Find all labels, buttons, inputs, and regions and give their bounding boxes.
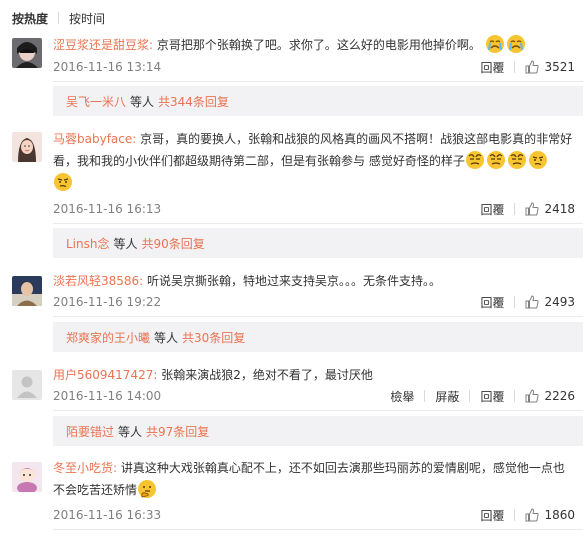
reply-total-link[interactable]: 共97条回复 — [146, 423, 209, 440]
comment-username[interactable]: 冬至小吃货: — [53, 461, 117, 475]
like-count: 2493 — [544, 295, 575, 309]
action-divider — [514, 509, 516, 521]
avatar[interactable] — [12, 132, 42, 162]
comment-meta: 2016-11-16 14:00 檢舉 屏蔽 回覆 2226 — [53, 387, 575, 405]
like-button[interactable]: 1860 — [525, 508, 575, 522]
like-button[interactable]: 2226 — [525, 389, 575, 403]
like-button[interactable]: 2418 — [525, 202, 575, 216]
skeptical-face-icon — [53, 172, 73, 192]
crying-face-icon — [506, 34, 526, 54]
thumbs-up-icon — [525, 295, 539, 309]
avatar[interactable] — [12, 462, 42, 492]
avatar[interactable] — [12, 276, 42, 306]
reply-summary[interactable]: 陌要错过 等人 共97条回复 — [53, 416, 583, 446]
action-divider — [424, 390, 426, 402]
reply-button[interactable]: 回覆 — [480, 201, 504, 218]
comment-body: 京哥，真的要换人，张翰和战狼的风格真的画风不搭啊！战狼这部电影真的非常好 — [140, 132, 573, 146]
like-count: 3521 — [544, 60, 575, 74]
comment-date: 2016-11-16 13:14 — [53, 60, 162, 74]
comment-text: 冬至小吃货: 讲真这种大戏张翰真心配不上，还不如回去演那些玛丽苏的爱情剧呢，感觉… — [53, 457, 579, 501]
like-count: 1860 — [544, 508, 575, 522]
comment-date: 2016-11-16 19:22 — [53, 295, 162, 309]
comment-actions: 回覆 1860 — [480, 507, 575, 524]
like-count: 2418 — [544, 202, 575, 216]
reply-total-link[interactable]: 共344条回复 — [158, 93, 229, 110]
thumbs-up-icon — [525, 60, 539, 74]
crying-face-icon — [485, 34, 505, 54]
comment-date: 2016-11-16 16:33 — [53, 508, 162, 522]
reply-summary[interactable]: Linsh念 等人 共90条回复 — [53, 228, 583, 258]
like-count: 2226 — [544, 389, 575, 403]
reply-button[interactable]: 回覆 — [480, 388, 504, 405]
comment-username[interactable]: 淡若风轻38586: — [53, 274, 143, 288]
reply-username[interactable]: Linsh念 — [66, 235, 109, 252]
reply-username[interactable]: 陌要错过 — [66, 423, 114, 440]
divider — [53, 223, 583, 224]
reply-others-label: 等人 — [118, 424, 143, 439]
comment-text: 用户5609417427: 张翰来演战狼2，绝对不看了，最讨厌他 — [53, 364, 579, 386]
comment-date: 2016-11-16 16:13 — [53, 202, 162, 216]
comment-date: 2016-11-16 14:00 — [53, 389, 162, 403]
report-button[interactable]: 檢舉 — [390, 388, 414, 405]
reply-total-link[interactable]: 共90条回复 — [142, 235, 205, 252]
block-button[interactable]: 屏蔽 — [435, 388, 459, 405]
avatar[interactable] — [12, 370, 42, 400]
divider — [53, 410, 583, 411]
reply-button[interactable]: 回覆 — [480, 294, 504, 311]
action-divider — [469, 390, 471, 402]
reply-others-label: 等人 — [154, 330, 179, 345]
comment-meta: 2016-11-16 13:14 回覆 3521 — [53, 58, 575, 76]
action-divider — [514, 296, 516, 308]
divider — [53, 529, 583, 530]
thumbs-up-icon — [525, 202, 539, 216]
sort-by-time-tab[interactable]: 按时间 — [69, 10, 105, 27]
comment-text: 涩豆浆还是甜豆浆: 京哥把那个张翰换了吧。求你了。这么好的电影用他掉价啊。 — [53, 34, 579, 56]
sweat-face-icon — [507, 150, 527, 170]
divider — [53, 81, 583, 82]
sweat-face-icon — [465, 150, 485, 170]
reply-others-label: 等人 — [130, 94, 155, 109]
action-divider — [514, 61, 516, 73]
comment-actions: 回覆 2493 — [480, 294, 575, 311]
thinking-face-icon — [137, 479, 157, 499]
divider — [53, 316, 583, 317]
comment-actions: 回覆 3521 — [480, 59, 575, 76]
action-divider — [514, 390, 516, 402]
comment-meta: 2016-11-16 16:33 回覆 1860 — [53, 506, 575, 524]
comment-body: 京哥把那个张翰换了吧。求你了。这么好的电影用他掉价啊。 — [156, 38, 481, 52]
comment-text: 淡若风轻38586: 听说吴京撕张翰，特地过来支持吴京。。。无条件支持。。 — [53, 270, 579, 292]
comment-meta: 2016-11-16 16:13 回覆 2418 — [53, 200, 575, 218]
comment-body: 张翰来演战狼2，绝对不看了，最讨厌他 — [161, 368, 373, 382]
comment-username[interactable]: 马蓉babyface: — [53, 132, 136, 146]
sort-by-hot-tab[interactable]: 按热度 — [12, 10, 48, 27]
reply-button[interactable]: 回覆 — [480, 59, 504, 76]
reply-username[interactable]: 郑爽家的王小曦 — [66, 329, 150, 346]
comment-body: 听说吴京撕张翰，特地过来支持吴京。。。无条件支持。。 — [147, 274, 442, 288]
reply-others-label: 等人 — [113, 236, 138, 251]
avatar[interactable] — [12, 38, 42, 68]
action-divider — [514, 203, 516, 215]
comment-username[interactable]: 用户5609417427: — [53, 368, 157, 382]
like-button[interactable]: 2493 — [525, 295, 575, 309]
sort-divider — [58, 12, 60, 24]
skeptical-face-icon — [528, 150, 548, 170]
comment-actions: 回覆 2418 — [480, 201, 575, 218]
comment-body: 讲真这种大戏张翰真心配不上，还不如回去演那些玛丽苏的爱情剧呢，感觉他一点也 — [120, 461, 565, 475]
thumbs-up-icon — [525, 389, 539, 403]
comment-username[interactable]: 涩豆浆还是甜豆浆: — [53, 38, 153, 52]
sweat-face-icon — [486, 150, 506, 170]
reply-total-link[interactable]: 共30条回复 — [182, 329, 245, 346]
reply-summary[interactable]: 郑爽家的王小曦 等人 共30条回复 — [53, 322, 583, 352]
thumbs-up-icon — [525, 508, 539, 522]
comment-meta: 2016-11-16 19:22 回覆 2493 — [53, 293, 575, 311]
comment-text: 马蓉babyface: 京哥，真的要换人，张翰和战狼的风格真的画风不搭啊！战狼这… — [53, 128, 579, 194]
sort-bar: 按热度 按时间 — [12, 8, 105, 28]
comment-body-continued: 不会吃苦还矫情 — [53, 483, 138, 497]
like-button[interactable]: 3521 — [525, 60, 575, 74]
comment-body-continued: 看，我和我的小伙伴们都超级期待第二部，但是有张翰参与 感觉好奇怪的样子 — [53, 154, 465, 168]
reply-username[interactable]: 吴飞一米八 — [66, 93, 126, 110]
reply-button[interactable]: 回覆 — [480, 507, 504, 524]
reply-summary[interactable]: 吴飞一米八 等人 共344条回复 — [53, 86, 583, 116]
comment-actions: 檢舉 屏蔽 回覆 2226 — [390, 388, 575, 405]
